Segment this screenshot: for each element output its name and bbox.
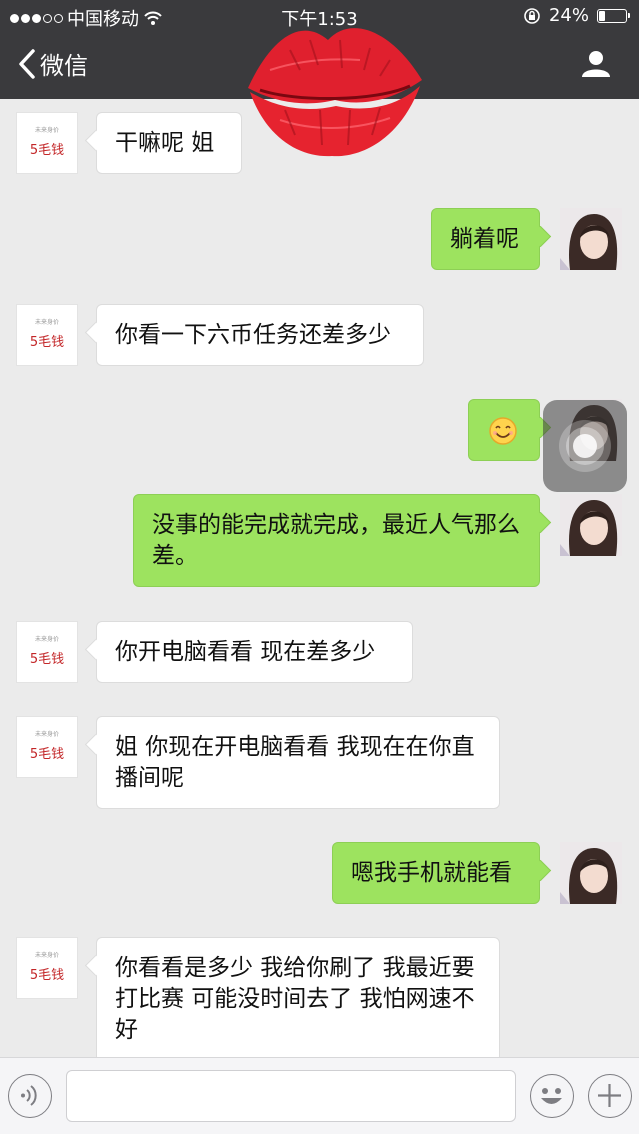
contact-avatar[interactable]: 未来身价 5毛钱	[16, 304, 78, 366]
avatar-top-text: 未来身价	[34, 952, 59, 959]
contact-avatar[interactable]: 未来身价 5毛钱	[16, 112, 78, 174]
avatar-top-text: 未来身价	[34, 127, 59, 134]
message-input[interactable]	[66, 1070, 516, 1122]
message-bubble-sent[interactable]: 没事的能完成就完成，最近人气那么差。	[133, 494, 540, 587]
assistive-touch-button[interactable]	[543, 400, 627, 492]
avatar-main-text: 5毛钱	[29, 747, 65, 762]
battery-percentage: 24%	[548, 5, 589, 26]
message-bubble-received[interactable]: 干嘛呢 姐	[96, 112, 242, 174]
avatar-main-text: 5毛钱	[29, 335, 65, 350]
message-row: 未来身价 5毛钱 你看一下六币任务还差多少	[0, 304, 639, 374]
avatar-top-text: 未来身价	[34, 731, 59, 738]
emoji-button[interactable]	[530, 1074, 574, 1118]
orientation-lock-icon	[524, 7, 540, 24]
message-bubble-sent[interactable]: 躺着呢	[431, 208, 540, 270]
message-bubble-sent[interactable]: 嗯我手机就能看	[332, 842, 540, 904]
my-avatar-photo	[560, 842, 622, 904]
contact-avatar[interactable]: 未来身价 5毛钱	[16, 937, 78, 999]
avatar-top-text: 未来身价	[34, 636, 59, 643]
my-avatar[interactable]	[560, 208, 622, 270]
avatar-main-text: 5毛钱	[29, 143, 65, 158]
voice-button[interactable]	[8, 1074, 52, 1118]
my-avatar-photo	[560, 208, 622, 270]
input-bar	[0, 1057, 639, 1134]
chat-area[interactable]: 未来身价 5毛钱 干嘛呢 姐 躺着呢 未来身价 5毛钱 你看一下六币任务还差多少	[0, 99, 639, 1057]
contact-avatar[interactable]: 未来身价 5毛钱	[16, 716, 78, 778]
plus-icon	[598, 1084, 621, 1107]
emoji-icon	[541, 1088, 562, 1104]
my-avatar-photo	[560, 494, 622, 556]
message-bubble-received[interactable]: 你看看是多少 我给你刷了 我最近要打比赛 可能没时间去了 我怕网速不好	[96, 937, 500, 1057]
more-button[interactable]	[588, 1074, 632, 1118]
message-row: 嗯我手机就能看	[0, 842, 639, 912]
message-bubble-received[interactable]: 你开电脑看看 现在差多少	[96, 621, 413, 683]
battery-icon	[597, 8, 630, 23]
my-avatar[interactable]	[560, 842, 622, 904]
avatar-main-text: 5毛钱	[29, 652, 65, 667]
lips-sticker	[248, 28, 422, 157]
message-bubble-received[interactable]: 你看一下六币任务还差多少	[96, 304, 424, 366]
contact-avatar[interactable]: 未来身价 5毛钱	[16, 621, 78, 683]
message-bubble-received[interactable]: 姐 你现在开电脑看看 我现在在你直播间呢	[96, 716, 500, 809]
message-bubble-sent[interactable]	[468, 399, 540, 461]
smile-emoji-icon	[489, 417, 517, 445]
avatar-main-text: 5毛钱	[29, 968, 65, 983]
message-row: 未来身价 5毛钱 姐 你现在开电脑看看 我现在在你直播间呢	[0, 716, 639, 816]
message-row: 未来身价 5毛钱 你看看是多少 我给你刷了 我最近要打比赛 可能没时间去了 我怕…	[0, 937, 639, 1057]
message-row: 没事的能完成就完成，最近人气那么差。	[0, 494, 639, 594]
message-row: 躺着呢	[0, 208, 639, 278]
my-avatar[interactable]	[560, 494, 622, 556]
voice-icon	[21, 1085, 37, 1106]
avatar-top-text: 未来身价	[34, 319, 59, 326]
message-row: 未来身价 5毛钱 你开电脑看看 现在差多少	[0, 621, 639, 691]
profile-icon[interactable]	[581, 48, 611, 78]
battery-fill	[599, 10, 605, 21]
